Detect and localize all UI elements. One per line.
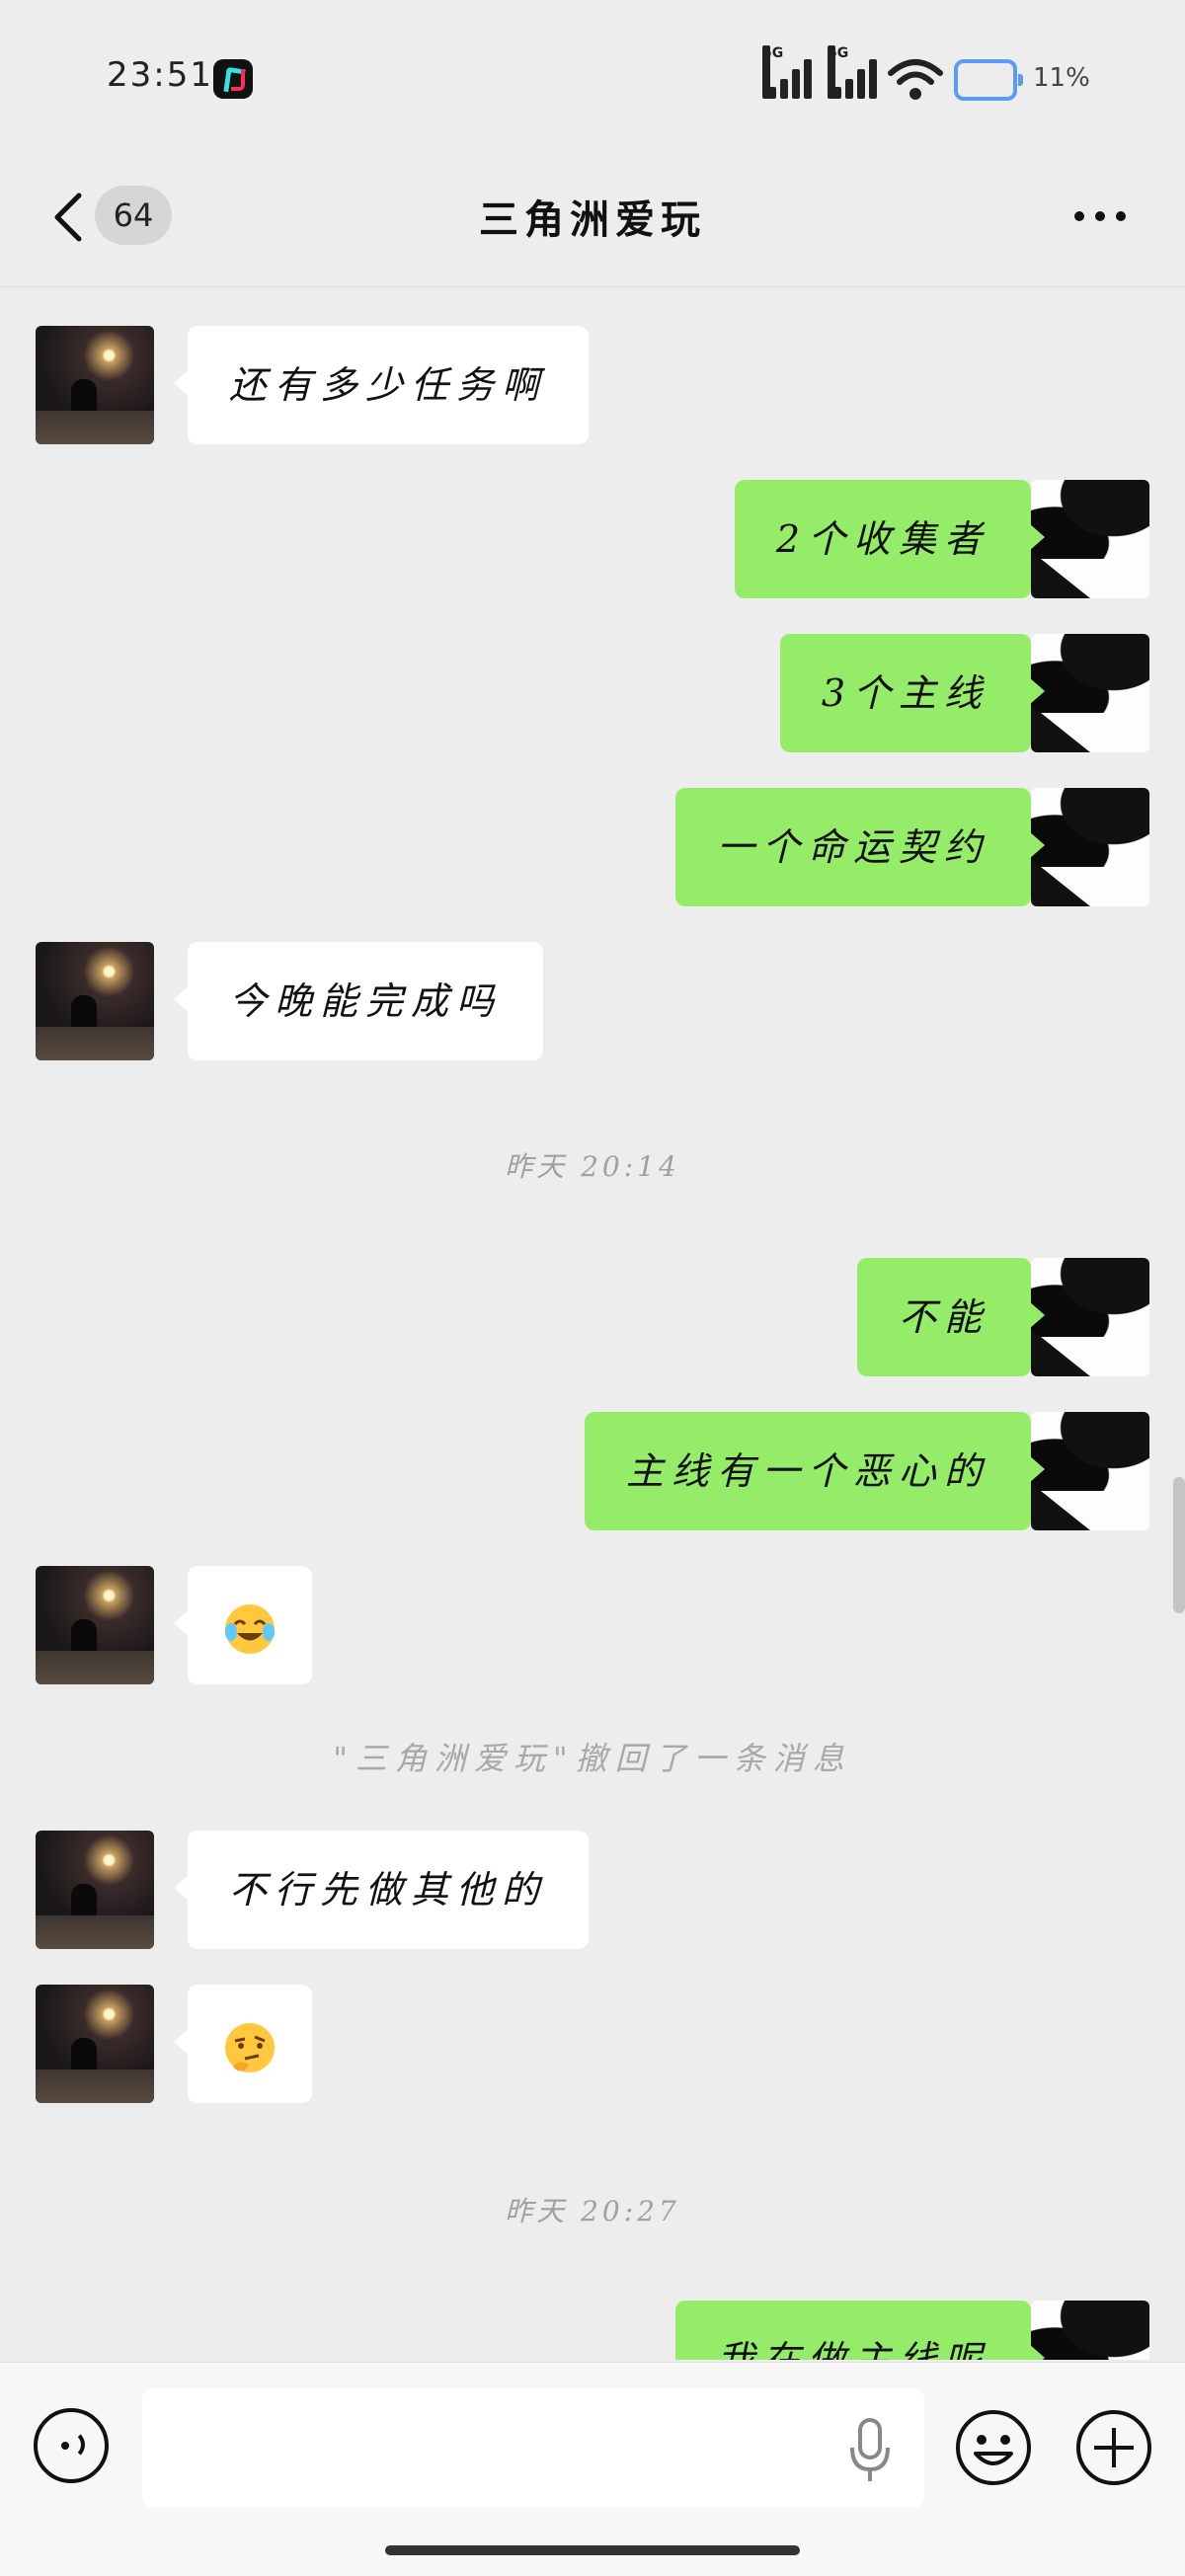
avatar[interactable] <box>36 942 154 1060</box>
cellular-signal-icon: 5G <box>762 45 814 99</box>
avatar[interactable] <box>1031 788 1149 906</box>
chat-title: 三角洲爱玩 <box>479 197 706 243</box>
emoji-icon[interactable] <box>954 2408 1033 2487</box>
unread-count-badge[interactable]: 64 <box>95 186 172 245</box>
message-bubble[interactable]: 今晚能完成吗 <box>173 942 544 1060</box>
message-bubble[interactable]: 还有多少任务啊 <box>173 326 590 444</box>
more-dots-icon[interactable] <box>1068 203 1132 227</box>
status-bar: 23:51 5G 5G 11% <box>0 0 1185 148</box>
status-time: 23:51 <box>107 55 213 95</box>
battery-percent: 11% <box>1033 63 1090 93</box>
avatar[interactable] <box>1031 1258 1149 1376</box>
avatar[interactable] <box>36 1985 154 2103</box>
emoji-message-bubble[interactable] <box>174 1985 312 2103</box>
home-indicator[interactable] <box>385 2545 800 2555</box>
avatar[interactable] <box>1031 634 1149 752</box>
message-bubble[interactable]: 2个收集者 <box>734 480 1046 598</box>
avatar[interactable] <box>36 326 154 444</box>
message-bubble[interactable]: 不能 <box>856 1258 1046 1376</box>
message-list[interactable]: 还有多少任务啊 2个收集者 3个主线 一个命运契约 今晚能完成吗 昨天 20:1… <box>0 286 1185 2360</box>
chevron-left-icon[interactable] <box>43 188 99 247</box>
recall-notice: "三角洲爱玩"撤回了一条消息 <box>333 1740 852 1777</box>
avatar[interactable] <box>1031 2301 1149 2360</box>
message-bubble[interactable]: 3个主线 <box>779 634 1046 752</box>
avatar[interactable] <box>36 1566 154 1684</box>
voice-toggle-icon[interactable] <box>34 2408 109 2483</box>
avatar[interactable] <box>1031 480 1149 598</box>
plus-icon[interactable] <box>1074 2408 1153 2487</box>
message-bubble[interactable]: 我在做主线呢 <box>674 2301 1046 2360</box>
message-bubble[interactable]: 主线有一个恶心的 <box>584 1412 1046 1530</box>
scrollbar-thumb[interactable] <box>1173 1477 1185 1613</box>
cellular-signal-icon: 5G <box>828 45 879 99</box>
message-bubble[interactable]: 一个命运契约 <box>674 788 1046 906</box>
timestamp: 昨天 20:14 <box>505 1150 680 1183</box>
avatar[interactable] <box>1031 1412 1149 1530</box>
emoji-message-bubble[interactable] <box>174 1566 312 1684</box>
thinking-emoji-icon <box>225 2022 275 2072</box>
crying-laughing-emoji-icon <box>225 1603 275 1654</box>
input-bar <box>0 2362 1185 2576</box>
wifi-icon <box>888 59 943 100</box>
message-input[interactable] <box>142 2388 924 2507</box>
tiktok-app-icon <box>213 59 253 99</box>
microphone-icon[interactable] <box>845 2416 895 2485</box>
battery-icon <box>954 59 1023 101</box>
message-bubble[interactable]: 不行先做其他的 <box>173 1831 590 1949</box>
avatar[interactable] <box>36 1831 154 1949</box>
chat-header: 64 三角洲爱玩 <box>0 148 1185 287</box>
timestamp: 昨天 20:27 <box>505 2195 680 2227</box>
